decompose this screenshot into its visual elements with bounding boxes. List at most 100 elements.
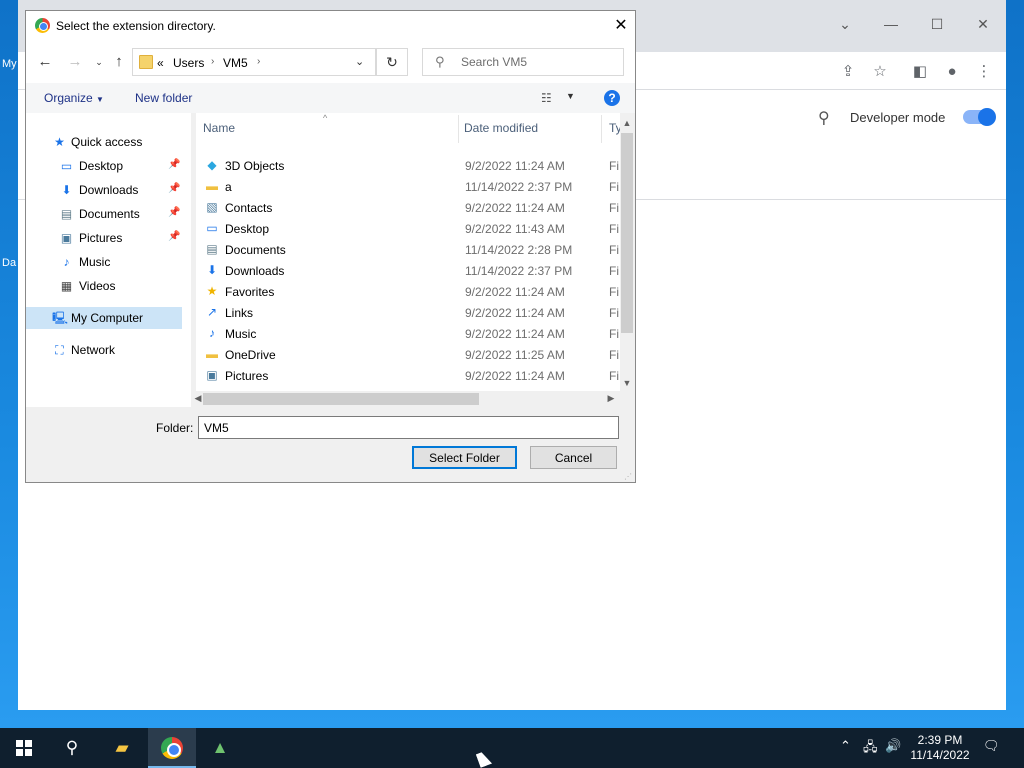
nav-item-downloads[interactable]: ⬇ Downloads 📌: [26, 179, 184, 201]
developer-mode-toggle-knob[interactable]: [978, 108, 996, 126]
desktop-icon: ▭: [206, 221, 218, 235]
nav-item-label: Documents: [79, 207, 140, 221]
tab-search-icon[interactable]: ⌄: [835, 14, 855, 34]
taskbar-clock[interactable]: 2:39 PM 11/14/2022: [906, 733, 974, 763]
search-input[interactable]: [461, 54, 611, 70]
dialog-close-icon[interactable]: ✕: [612, 17, 630, 35]
file-row[interactable]: ▬ OneDrive 9/2/2022 11:25 AM Fi: [196, 344, 620, 365]
desktop-icon-label[interactable]: Da: [2, 257, 16, 269]
taskbar-search-icon[interactable]: ⚲: [48, 728, 96, 768]
horizontal-scrollbar[interactable]: ◀ ▶: [191, 391, 620, 407]
notifications-icon[interactable]: 🗨: [983, 738, 1000, 754]
refresh-icon[interactable]: ↻: [376, 48, 408, 76]
share-icon[interactable]: ⇪: [838, 62, 858, 82]
view-options-chevron-icon[interactable]: ▼: [566, 91, 575, 101]
maximize-icon[interactable]: ☐: [927, 14, 947, 34]
network-tray-icon[interactable]: 🖧: [863, 738, 878, 760]
star-icon: ★: [54, 135, 65, 149]
downloads-icon: ⬇: [206, 263, 218, 277]
network-icon: ⛶: [55, 343, 64, 357]
file-date-modified: 11/14/2022 2:37 PM: [465, 264, 573, 278]
desktop-icon: ▭: [60, 159, 73, 173]
volume-icon[interactable]: 🔊: [885, 738, 901, 754]
breadcrumb-overflow[interactable]: «: [157, 56, 164, 70]
vertical-scrollbar[interactable]: ▲ ▼: [620, 116, 634, 392]
back-arrow-icon[interactable]: ←: [36, 53, 54, 71]
breadcrumb-vm5[interactable]: VM5: [223, 56, 248, 70]
address-dropdown-icon[interactable]: ⌄: [355, 55, 369, 69]
start-button[interactable]: [0, 728, 48, 768]
file-date-modified: 9/2/2022 11:24 AM: [465, 306, 565, 320]
side-panel-icon[interactable]: ◧: [910, 62, 930, 82]
horizontal-scroll-thumb[interactable]: [203, 393, 479, 405]
column-divider[interactable]: [458, 115, 459, 143]
desktop-icon-label[interactable]: My: [2, 58, 17, 70]
pictures-icon: ▣: [206, 368, 218, 382]
file-name: Music: [225, 327, 257, 341]
nav-item-desktop[interactable]: ▭ Desktop 📌: [26, 155, 184, 177]
nav-item-my-computer[interactable]: 🖳 My Computer: [26, 307, 182, 329]
scroll-down-arrow-icon[interactable]: ▼: [620, 378, 634, 388]
file-row[interactable]: ▬ a 11/14/2022 2:37 PM Fi: [196, 176, 620, 197]
file-row[interactable]: ▧ Contacts 9/2/2022 11:24 AM Fi: [196, 197, 620, 218]
taskbar-app-icon[interactable]: ▲: [196, 728, 244, 768]
close-icon[interactable]: ✕: [973, 14, 993, 34]
menu-kebab-icon[interactable]: ⋮: [974, 62, 994, 82]
forward-arrow-icon[interactable]: →: [66, 53, 84, 71]
file-row[interactable]: ★ Favorites 9/2/2022 11:24 AM Fi: [196, 281, 620, 302]
show-hidden-icons-chevron-icon[interactable]: ⌃: [840, 738, 851, 754]
file-row[interactable]: ⬇ Downloads 11/14/2022 2:37 PM Fi: [196, 260, 620, 281]
nav-item-music[interactable]: ♪ Music: [26, 251, 184, 273]
up-arrow-icon[interactable]: ↑: [110, 53, 128, 71]
3d-objects-icon: ◆: [207, 158, 217, 172]
folder-name-input[interactable]: [198, 416, 619, 439]
select-folder-button[interactable]: Select Folder: [412, 446, 517, 469]
file-row[interactable]: ◆ 3D Objects 9/2/2022 11:24 AM Fi: [196, 155, 620, 176]
file-row[interactable]: ▤ Documents 11/14/2022 2:28 PM Fi: [196, 239, 620, 260]
file-name: Contacts: [225, 201, 273, 215]
nav-item-label: Quick access: [71, 135, 143, 149]
nav-item-documents[interactable]: ▤ Documents 📌: [26, 203, 184, 225]
column-header-date-modified[interactable]: Date modified: [464, 121, 538, 135]
folder-label: Folder:: [156, 421, 194, 435]
dialog-title-bar: Select the extension directory. ✕: [26, 11, 635, 41]
search-icon[interactable]: ⚲: [818, 108, 838, 128]
column-header-type[interactable]: Ty: [609, 121, 620, 135]
taskbar-chrome-button[interactable]: [148, 728, 196, 768]
file-row[interactable]: ♪ Music 9/2/2022 11:24 AM Fi: [196, 323, 620, 344]
column-divider[interactable]: [601, 115, 602, 143]
breadcrumb-separator-icon[interactable]: ›: [257, 56, 260, 67]
minimize-icon[interactable]: —: [881, 14, 901, 34]
computer-icon: 🖳: [52, 311, 69, 325]
file-row[interactable]: ▣ Pictures 9/2/2022 11:24 AM Fi: [196, 365, 620, 386]
pin-icon: 📌: [168, 231, 181, 242]
nav-item-videos[interactable]: ▦ Videos: [26, 275, 184, 297]
address-bar[interactable]: « Users › VM5 › ⌄: [132, 48, 376, 76]
help-icon[interactable]: ?: [604, 90, 620, 106]
recent-locations-chevron-icon[interactable]: ⌄: [90, 53, 108, 71]
nav-item-network[interactable]: ⛶ Network: [26, 339, 184, 361]
nav-item-quick-access[interactable]: ★ Quick access: [26, 131, 184, 153]
file-row[interactable]: ↗ Links 9/2/2022 11:24 AM Fi: [196, 302, 620, 323]
breadcrumb-users[interactable]: Users: [173, 56, 204, 70]
bookmark-star-icon[interactable]: ☆: [870, 62, 890, 82]
nav-item-pictures[interactable]: ▣ Pictures 📌: [26, 227, 184, 249]
scroll-right-arrow-icon[interactable]: ▶: [604, 393, 618, 404]
folder-icon: ▬: [206, 179, 218, 193]
cancel-button[interactable]: Cancel: [530, 446, 617, 469]
file-explorer-icon[interactable]: ▰: [98, 728, 146, 768]
column-header-name[interactable]: Name: [203, 121, 235, 135]
file-name: Desktop: [225, 222, 270, 236]
view-details-icon[interactable]: ☷: [541, 91, 552, 105]
breadcrumb-separator-icon[interactable]: ›: [211, 56, 214, 67]
profile-avatar-icon[interactable]: ●: [942, 62, 962, 82]
organize-button[interactable]: Organize ▼: [44, 91, 104, 105]
search-box[interactable]: ⚲: [422, 48, 624, 76]
new-folder-button[interactable]: New folder: [135, 91, 192, 105]
music-icon: ♪: [209, 326, 215, 340]
scroll-up-arrow-icon[interactable]: ▲: [620, 118, 634, 128]
file-type: Fi: [609, 306, 619, 320]
file-row[interactable]: ▭ Desktop 9/2/2022 11:43 AM Fi: [196, 218, 620, 239]
vertical-scroll-thumb[interactable]: [621, 133, 633, 333]
resize-grip-icon[interactable]: ⋰: [624, 472, 632, 481]
